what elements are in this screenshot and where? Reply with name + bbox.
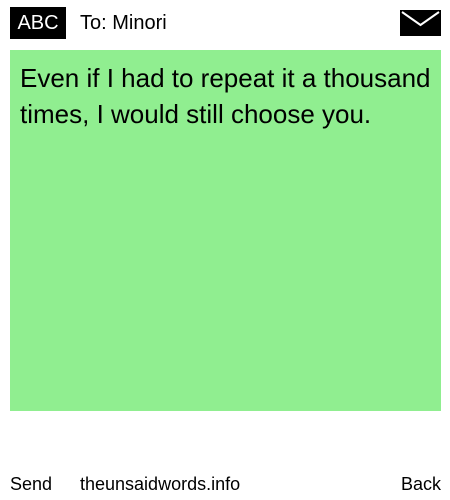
envelope-icon [400, 10, 441, 36]
message-header: ABC To: Minori [0, 0, 450, 48]
input-mode-indicator: ABC [10, 7, 66, 39]
website-link[interactable]: theunsaidwords.info [80, 470, 240, 498]
message-body[interactable]: Even if I had to repeat it a thousand ti… [10, 50, 441, 411]
send-button[interactable]: Send [10, 470, 52, 498]
recipient-label: To: Minori [80, 12, 167, 34]
softkey-bar: Send theunsaidwords.info Back [0, 470, 450, 498]
message-text: Even if I had to repeat it a thousand ti… [20, 63, 431, 129]
back-button[interactable]: Back [401, 470, 441, 498]
